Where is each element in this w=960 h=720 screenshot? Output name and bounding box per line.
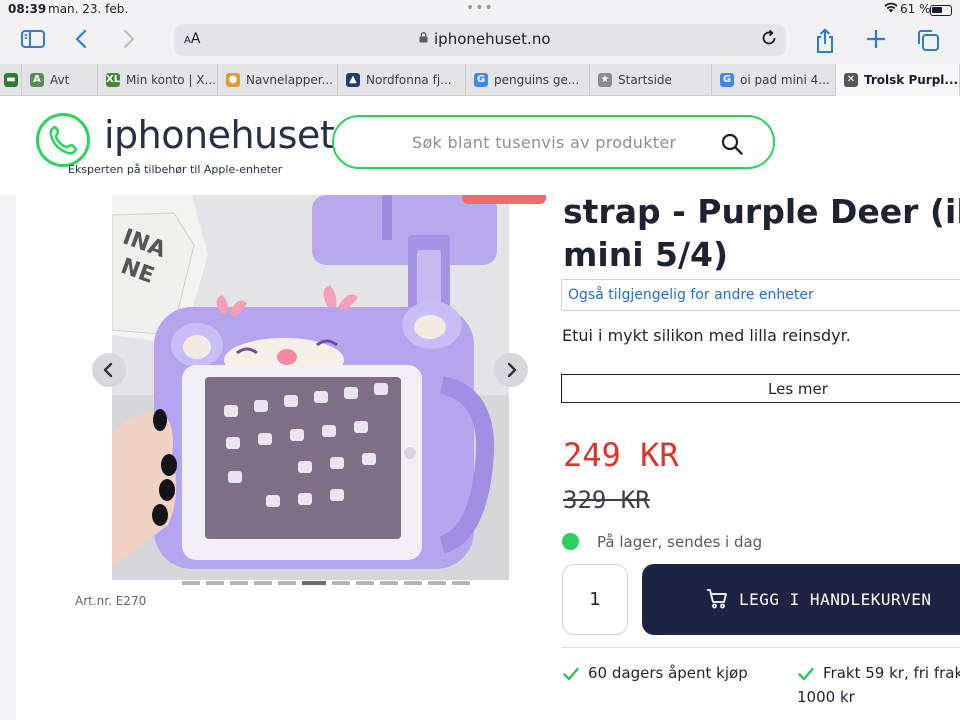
logo-tagline: Eksperten på tilbehør til Apple-enheter <box>68 163 283 176</box>
in-stock-indicator-icon <box>562 533 579 550</box>
tab-2[interactable]: XL Min konto | X... <box>98 64 218 96</box>
checkmark-icon <box>798 667 814 681</box>
logo-phone-icon[interactable] <box>36 113 90 167</box>
url-text: iphonehuset.no <box>434 30 551 48</box>
logo-wordmark[interactable]: iphonehuset <box>104 113 335 157</box>
pagination-dot[interactable] <box>206 581 224 585</box>
product-title: strap - Purple Deer (il mini 5/4) <box>563 190 960 276</box>
product-description: Etui i mykt silikon med lilla reinsdyr. <box>562 326 851 345</box>
pagination-dot[interactable] <box>428 581 446 585</box>
section-divider <box>562 647 960 648</box>
tab-6[interactable]: ★ Startside <box>590 64 712 96</box>
quantity-value: 1 <box>589 589 601 610</box>
tab-label: Trolsk Purpl... <box>864 73 959 87</box>
quantity-input[interactable]: 1 <box>562 564 628 635</box>
image-pagination <box>182 581 470 585</box>
image-prev-arrow-icon[interactable] <box>92 353 126 387</box>
tab-favicon-icon: ● <box>226 73 240 87</box>
checkmark-icon <box>563 667 579 681</box>
tab-favicon-icon: ▬ <box>4 73 18 87</box>
sidebar-icon[interactable] <box>19 28 47 54</box>
chevron-left-icon[interactable] <box>68 28 96 54</box>
tabs-icon[interactable] <box>914 28 942 54</box>
plus-icon[interactable] <box>862 28 890 54</box>
tab-3[interactable]: ● Navnelapper... <box>218 64 338 96</box>
tab-favicon-icon: G <box>474 73 488 87</box>
site-header: iphonehuset Eksperten på tilbehør til Ap… <box>0 97 960 195</box>
pagination-dot[interactable] <box>278 581 296 585</box>
tab-favicon-icon: G <box>720 73 734 87</box>
reload-icon[interactable] <box>760 27 778 54</box>
original-price: 329 KR <box>563 486 650 514</box>
battery-percentage: 61 % <box>900 2 931 16</box>
tab-8[interactable]: ✕ Trolsk Purpl... <box>836 64 960 96</box>
browser-toolbar: AA iphonehuset.no <box>0 20 960 64</box>
add-to-cart-button[interactable]: LEGG I HANDLEKURVEN <box>642 564 960 635</box>
tab-label: Startside <box>618 73 672 87</box>
read-more-button[interactable]: Les mer <box>561 374 960 403</box>
tab-label: oi pad mini 4... <box>740 73 830 87</box>
pagination-dot[interactable] <box>380 581 398 585</box>
tab-7[interactable]: Goi pad mini 4... <box>712 64 836 96</box>
tab-label: penguins ge... <box>494 73 580 87</box>
usp-shipping: Frakt 59 kr, fri frakt <box>823 664 960 682</box>
pagination-dot[interactable] <box>254 581 272 585</box>
pagination-dot[interactable] <box>302 581 326 585</box>
chevron-right-icon[interactable] <box>114 28 142 54</box>
product-title-line-1: strap - Purple Deer (il <box>563 192 960 231</box>
sale-badge <box>462 195 546 204</box>
other-devices-select[interactable]: Også tilgjengelig for andre enheter <box>561 279 960 311</box>
read-more-label: Les mer <box>768 380 828 398</box>
tab-label: Nordfonna fj... <box>366 73 452 87</box>
pagination-dot[interactable] <box>230 581 248 585</box>
multitasking-dots-icon[interactable]: ••• <box>466 0 494 16</box>
address-bar[interactable]: AA iphonehuset.no <box>174 24 786 56</box>
pagination-dot[interactable] <box>452 581 470 585</box>
tab-favicon-icon: XL <box>106 73 121 87</box>
image-next-arrow-icon[interactable] <box>494 353 528 387</box>
product-image[interactable]: INA NE <box>112 195 509 580</box>
status-date: man. 23. feb. <box>48 2 129 16</box>
product-title-line-2: mini 5/4) <box>563 235 729 274</box>
status-bar: 08:39 man. 23. feb. ••• 61 % <box>0 0 960 20</box>
page-gutter <box>0 195 16 720</box>
tab-label: Navnelapper... <box>246 73 333 87</box>
add-to-cart-label: LEGG I HANDLEKURVEN <box>739 590 932 609</box>
pagination-dot[interactable] <box>356 581 374 585</box>
browser-window: 08:39 man. 23. feb. ••• 61 % AA iphonehu… <box>0 0 960 720</box>
share-icon[interactable] <box>811 28 839 54</box>
tab-favicon-icon: A <box>30 73 44 87</box>
usp-open-purchase: 60 dagers åpent kjøp <box>588 664 748 682</box>
product-search-input[interactable]: Søk blant tusenvis av produkter <box>332 115 775 169</box>
tab-label: Avt <box>50 73 70 87</box>
pagination-dot[interactable] <box>182 581 200 585</box>
reader-options-button[interactable]: AA <box>184 31 200 47</box>
stock-status: På lager, sendes i dag <box>597 533 763 551</box>
current-price: 249 KR <box>563 436 679 474</box>
tab-label: Min konto | X... <box>126 73 216 87</box>
search-icon[interactable] <box>721 133 743 159</box>
tab-strip: ▬ A Avt XL Min konto | X... ● Navnelapper... ▲ N… <box>0 64 960 96</box>
tab-favicon-icon: ▲ <box>346 73 360 87</box>
usp-shipping-threshold: 1000 kr <box>797 688 855 706</box>
tab-0[interactable]: ▬ <box>0 64 22 96</box>
wifi-icon <box>884 2 898 16</box>
tab-4[interactable]: ▲ Nordfonna fj... <box>338 64 466 96</box>
pagination-dot[interactable] <box>332 581 350 585</box>
status-time: 08:39 <box>8 2 47 16</box>
pagination-dot[interactable] <box>404 581 422 585</box>
other-devices-label: Også tilgjengelig for andre enheter <box>568 287 814 303</box>
article-number: Art.nr. E270 <box>75 594 147 608</box>
cart-icon <box>706 588 728 614</box>
tab-1[interactable]: A Avt <box>22 64 98 96</box>
lock-icon <box>419 32 428 43</box>
tab-favicon-icon: ★ <box>598 73 612 87</box>
search-placeholder: Søk blant tusenvis av produkter <box>412 133 677 152</box>
tab-favicon-icon: ✕ <box>844 73 858 87</box>
battery-icon <box>930 5 952 16</box>
tab-5[interactable]: Gpenguins ge... <box>466 64 590 96</box>
